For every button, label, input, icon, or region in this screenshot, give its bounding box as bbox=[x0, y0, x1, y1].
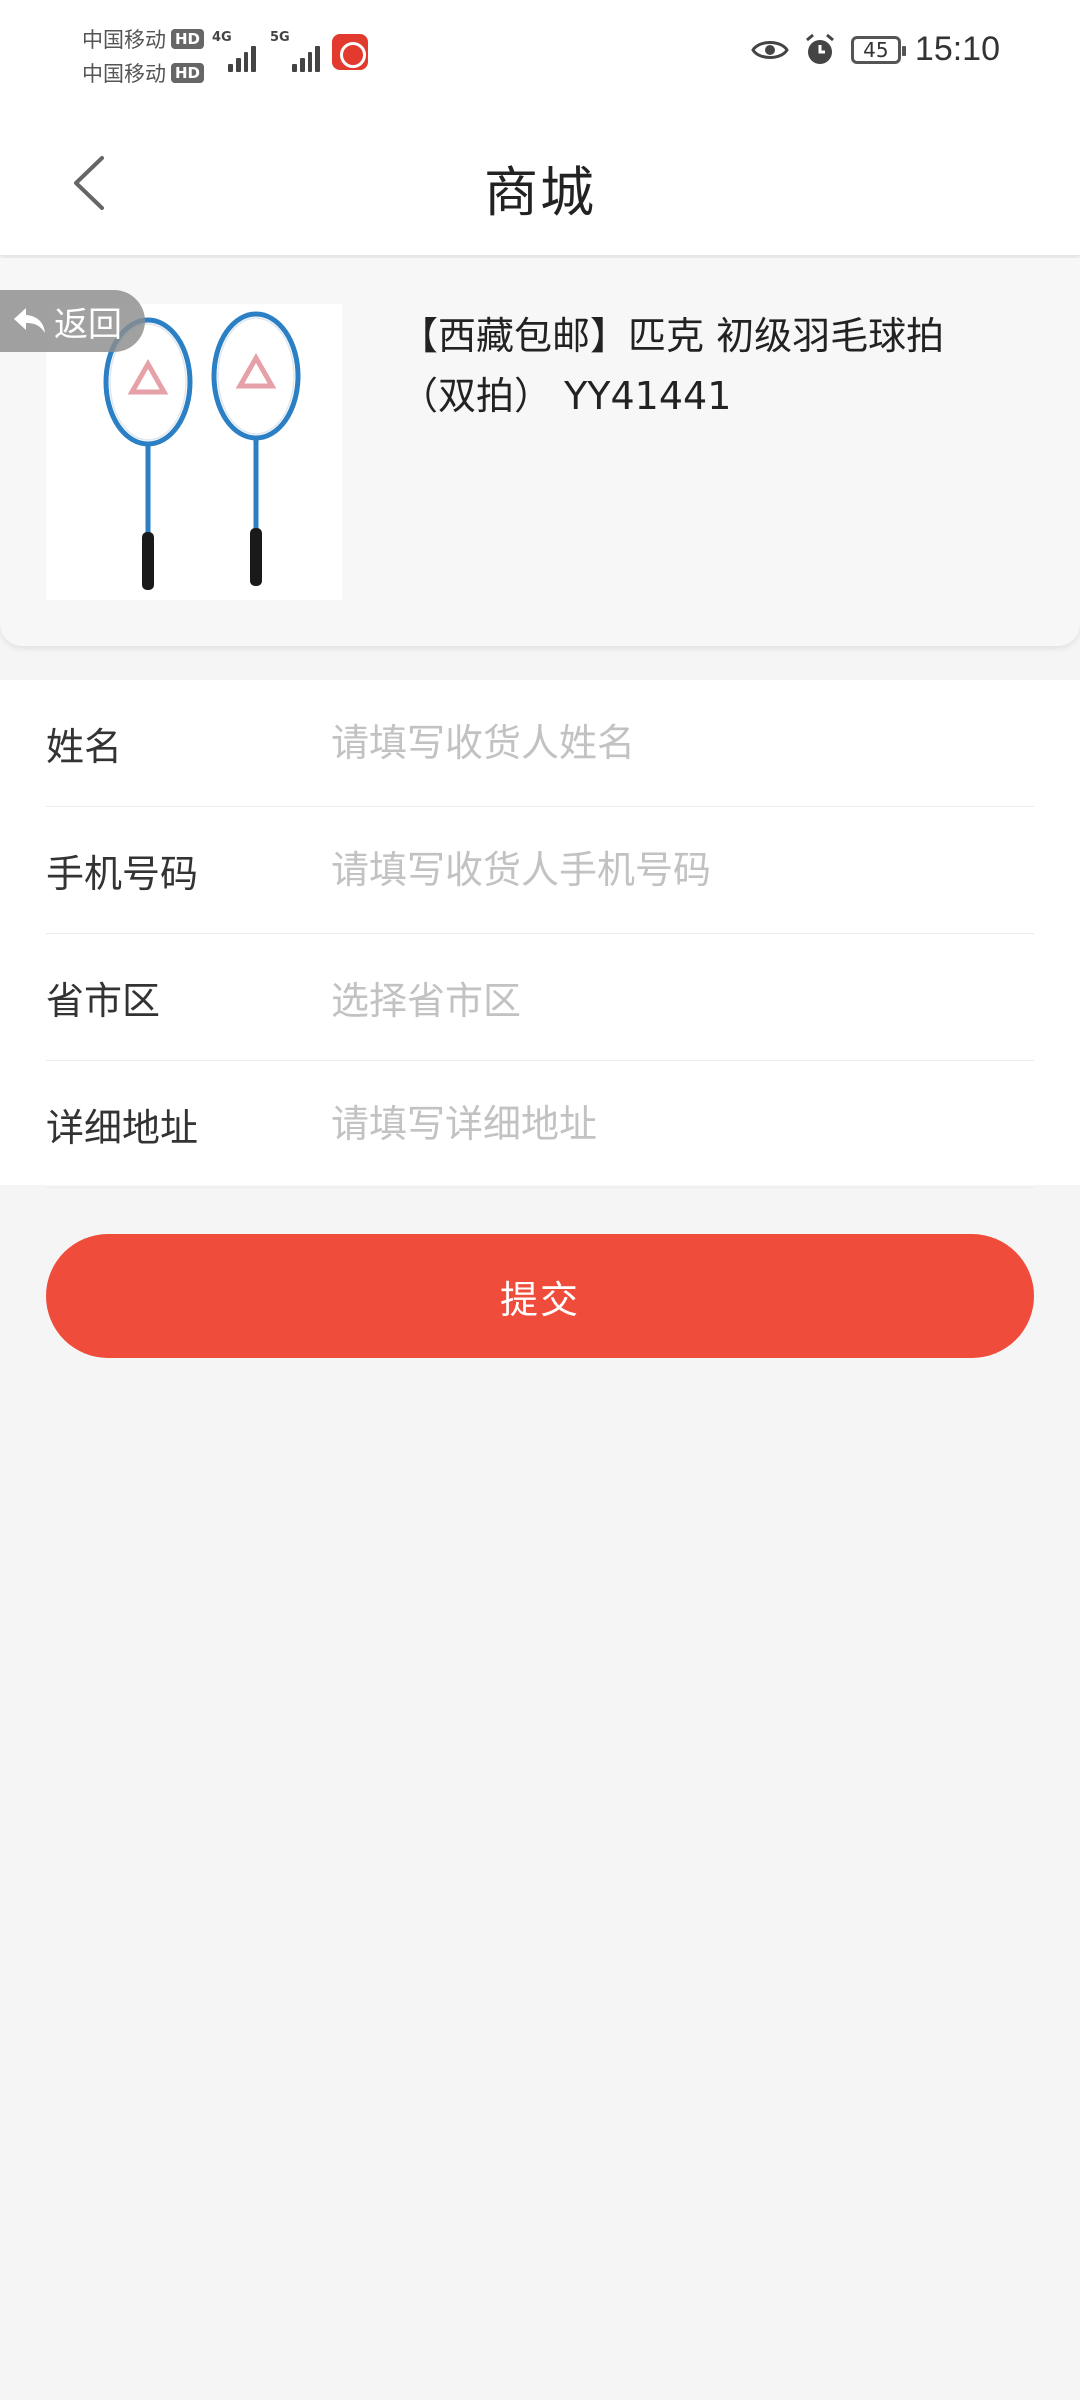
product-name: 【西藏包邮】匹克 初级羽毛球拍（双拍） YY41441 bbox=[400, 314, 945, 418]
battery-icon: 45 bbox=[850, 35, 906, 64]
fm-radio-icon bbox=[332, 34, 368, 70]
battery-level: 45 bbox=[863, 37, 889, 62]
network-type-1: 4G bbox=[212, 30, 232, 45]
region-select[interactable]: 选择省市区 bbox=[331, 970, 1034, 1025]
status-right: 45 15:10 bbox=[751, 30, 1000, 69]
eye-icon bbox=[751, 40, 789, 59]
status-bar: 中国移动 HD 中国移动 HD 4G 5G 45 15:10 bbox=[0, 0, 1080, 110]
carrier-info: 中国移动 HD 中国移动 HD bbox=[82, 22, 205, 90]
name-label: 姓名 bbox=[46, 724, 123, 769]
shipping-form: 姓名 手机号码 省市区 选择省市区 详细地址 bbox=[0, 680, 1080, 1188]
reply-arrow-icon bbox=[14, 308, 45, 333]
phone-input[interactable] bbox=[331, 848, 1034, 892]
carrier-name-2: 中国移动 bbox=[82, 62, 166, 86]
signal-icon: 4G bbox=[212, 30, 256, 72]
product-card[interactable]: 【西藏包邮】匹克 初级羽毛球拍（双拍） YY41441 bbox=[0, 258, 1080, 646]
clock: 15:10 bbox=[914, 30, 1000, 68]
form-row-address: 详细地址 bbox=[46, 1061, 1034, 1188]
hd-badge: HD bbox=[171, 29, 205, 49]
submit-button[interactable]: 提交 bbox=[46, 1234, 1034, 1358]
carrier-name-1: 中国移动 bbox=[82, 28, 166, 52]
address-label: 详细地址 bbox=[46, 1105, 199, 1150]
page-title: 商城 bbox=[484, 161, 596, 224]
signal-indicators: 4G 5G bbox=[212, 30, 320, 72]
return-label: 返回 bbox=[54, 304, 122, 345]
address-input[interactable] bbox=[331, 1102, 1034, 1146]
name-input[interactable] bbox=[331, 721, 1034, 765]
form-row-name: 姓名 bbox=[46, 680, 1034, 807]
hd-badge: HD bbox=[171, 63, 205, 83]
header: 商城 bbox=[0, 110, 1080, 256]
form-row-region[interactable]: 省市区 选择省市区 bbox=[46, 934, 1034, 1061]
region-label: 省市区 bbox=[46, 978, 161, 1023]
return-button[interactable]: 返回 bbox=[0, 290, 145, 352]
phone-label: 手机号码 bbox=[46, 851, 199, 896]
form-row-phone: 手机号码 bbox=[46, 807, 1034, 934]
network-type-2: 5G bbox=[270, 30, 290, 45]
alarm-icon bbox=[805, 33, 834, 64]
signal-icon: 5G bbox=[270, 30, 320, 72]
